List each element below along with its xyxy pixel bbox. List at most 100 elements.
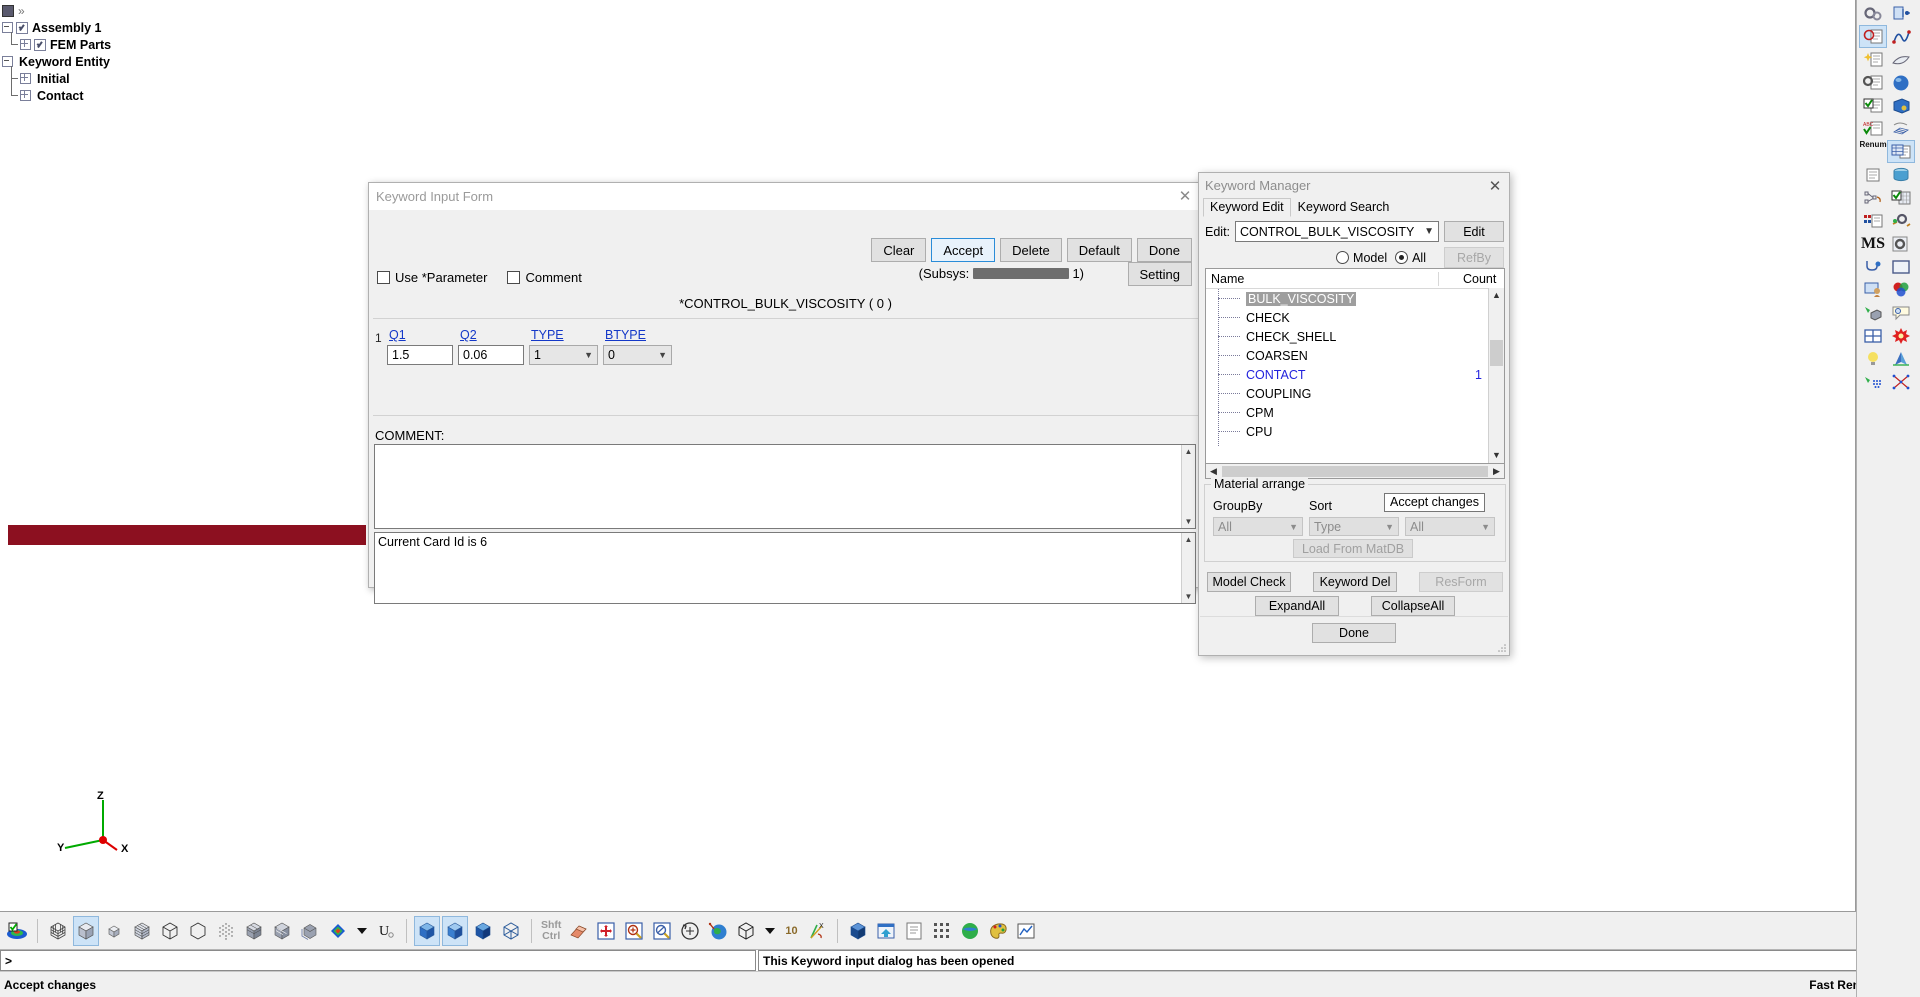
split-view-icon[interactable] [1859,324,1887,347]
globe2-icon[interactable] [957,916,983,946]
message-output[interactable]: This Keyword input dialog has been opene… [758,950,1918,971]
keyword-list[interactable]: Name Count BULK_VISCOSITY CHECK CHECK_SH… [1205,268,1505,464]
cylinder-icon[interactable] [1887,163,1915,186]
part-select-icon[interactable] [1859,25,1887,48]
expand-all-button[interactable]: ExpandAll [1255,596,1339,616]
tab-keyword-edit[interactable]: Keyword Edit [1203,198,1291,217]
right-tool-palette[interactable]: ABC Renum MS [1856,0,1920,997]
tree-item-assembly-1[interactable]: Assembly 1 [2,19,332,36]
scroll-down-icon[interactable]: ▼ [1489,448,1504,463]
home-view-icon[interactable] [873,916,899,946]
keyword-manager-panel[interactable]: Keyword Manager ✕ Keyword Edit Keyword S… [1198,172,1510,656]
palette-icon[interactable] [985,916,1011,946]
globe-icon[interactable] [705,916,731,946]
create-entity-icon[interactable] [1859,48,1887,71]
card-info-panel[interactable]: Current Card Id is 6 ▲ ▼ [374,532,1196,604]
entity-list-icon[interactable] [1859,163,1887,186]
axis-symmetry-icon[interactable] [1887,347,1915,370]
print-icon[interactable] [901,916,927,946]
mesh-transform-icon[interactable] [1887,117,1915,140]
setting-button[interactable]: Setting [1127,262,1192,286]
close-icon[interactable]: ✕ [1174,189,1196,204]
edit-button[interactable]: Edit [1444,221,1504,242]
comment-textarea[interactable]: ▲ ▼ [374,444,1196,529]
scroll-up-icon[interactable]: ▲ [1182,445,1195,458]
expand-toggle-icon[interactable] [20,90,31,101]
node-network-icon[interactable] [1887,370,1915,393]
keyword-combo[interactable]: CONTROL_BULK_VISCOSITY ▼ [1235,221,1439,242]
tree-item-keyword-entity[interactable]: Keyword Entity [2,53,332,70]
scroll-up-icon[interactable]: ▲ [1182,533,1195,546]
check-grid-icon[interactable] [1887,186,1915,209]
list-item[interactable]: CHECK_SHELL [1206,327,1504,346]
dual-gears-icon[interactable] [1887,209,1915,232]
flat-shaded-cube-icon[interactable] [101,916,127,946]
curve-icon[interactable] [1887,25,1915,48]
dotted-node-cube-icon[interactable] [213,916,239,946]
keyword-manager-icon[interactable] [1887,140,1915,163]
visibility-checkbox[interactable] [16,21,28,34]
checkbox-box[interactable] [507,271,521,284]
solid-box-icon[interactable] [1887,94,1915,117]
scroll-up-icon[interactable]: ▲ [1489,288,1504,303]
fringe-contour-icon[interactable] [325,916,351,946]
scroll-thumb[interactable] [1490,340,1503,366]
scroll-down-icon[interactable]: ▼ [1182,515,1195,528]
axis-rotate-icon[interactable]: X [804,916,830,946]
use-parameter-checkbox[interactable]: Use *Parameter [377,270,487,285]
keyword-list-vscrollbar[interactable]: ▲ ▼ [1488,288,1504,463]
outline-cube-icon[interactable] [185,916,211,946]
light-bulb-icon[interactable] [1859,347,1887,370]
keyword-input-form-titlebar[interactable]: Keyword Input Form ✕ [369,183,1202,210]
list-item[interactable]: BULK_VISCOSITY [1206,289,1504,308]
field-label-type[interactable]: TYPE [529,328,598,342]
solid-block-cube-icon[interactable] [241,916,267,946]
zoom-in-icon[interactable] [621,916,647,946]
grid-icon[interactable] [929,916,955,946]
done-button[interactable]: Done [1312,623,1396,643]
stethoscope-icon[interactable] [1859,255,1887,278]
step-value[interactable]: 10 [785,925,797,937]
shrink-cube-icon[interactable] [297,916,323,946]
list-item[interactable]: DAMPING [1206,441,1504,447]
model-tree[interactable]: » Assembly 1 FEM Parts Keyword Entity In… [2,2,332,104]
keyword-input-form-dialog[interactable]: Keyword Input Form ✕ Clear Accept Delete… [368,182,1485,604]
comment-checkbox[interactable]: Comment [507,270,582,285]
tab-keyword-search[interactable]: Keyword Search [1291,198,1397,217]
checkbox-box[interactable] [377,271,390,284]
iso-view-cube-icon[interactable] [442,915,468,946]
node-cloud-icon[interactable] [1859,370,1887,393]
done-button[interactable]: Done [1136,238,1192,262]
viewport-3d[interactable]: » Assembly 1 FEM Parts Keyword Entity In… [0,0,1856,912]
node-connect-icon[interactable] [1859,186,1887,209]
rgb-color-icon[interactable] [1887,278,1915,301]
command-input[interactable]: > [0,950,756,971]
comment-scrollbar[interactable]: ▲ ▼ [1181,445,1195,528]
chart-icon[interactable] [1013,916,1039,946]
box-view-icon[interactable] [733,916,759,946]
annotation-icon[interactable] [1887,301,1915,324]
radio-model[interactable]: Model [1336,251,1387,265]
rotate-icon[interactable] [677,916,703,946]
card-scrollbar[interactable]: ▲ ▼ [1181,533,1195,603]
renumber-icon[interactable]: ABC [1859,117,1887,140]
eraser-icon[interactable] [565,916,591,946]
radio-all[interactable]: All [1395,251,1426,265]
scroll-down-icon[interactable]: ▼ [1182,590,1195,603]
tree-item-fem-parts[interactable]: FEM Parts [2,32,332,53]
field-label-q1[interactable]: Q1 [387,328,453,342]
user-screen-icon[interactable] [1859,278,1887,301]
accept-button[interactable]: Accept [931,238,996,262]
list-item[interactable]: COUPLING [1206,384,1504,403]
keyword-manager-titlebar[interactable]: Keyword Manager ✕ [1199,173,1509,198]
explosion-icon[interactable] [1887,324,1915,347]
check-entity-icon[interactable] [1859,94,1887,117]
collapse-all-button[interactable]: CollapseAll [1371,596,1455,616]
list-item[interactable]: CONTACT 1 [1206,365,1504,384]
field-label-btype[interactable]: BTYPE [603,328,672,342]
wireframe-blue-cube-icon[interactable] [498,916,524,946]
list-item[interactable]: CPU [1206,422,1504,441]
wireframe-cube-icon[interactable] [45,916,71,946]
pan-icon[interactable] [593,916,619,946]
u-symbol-icon[interactable]: U [373,916,399,946]
